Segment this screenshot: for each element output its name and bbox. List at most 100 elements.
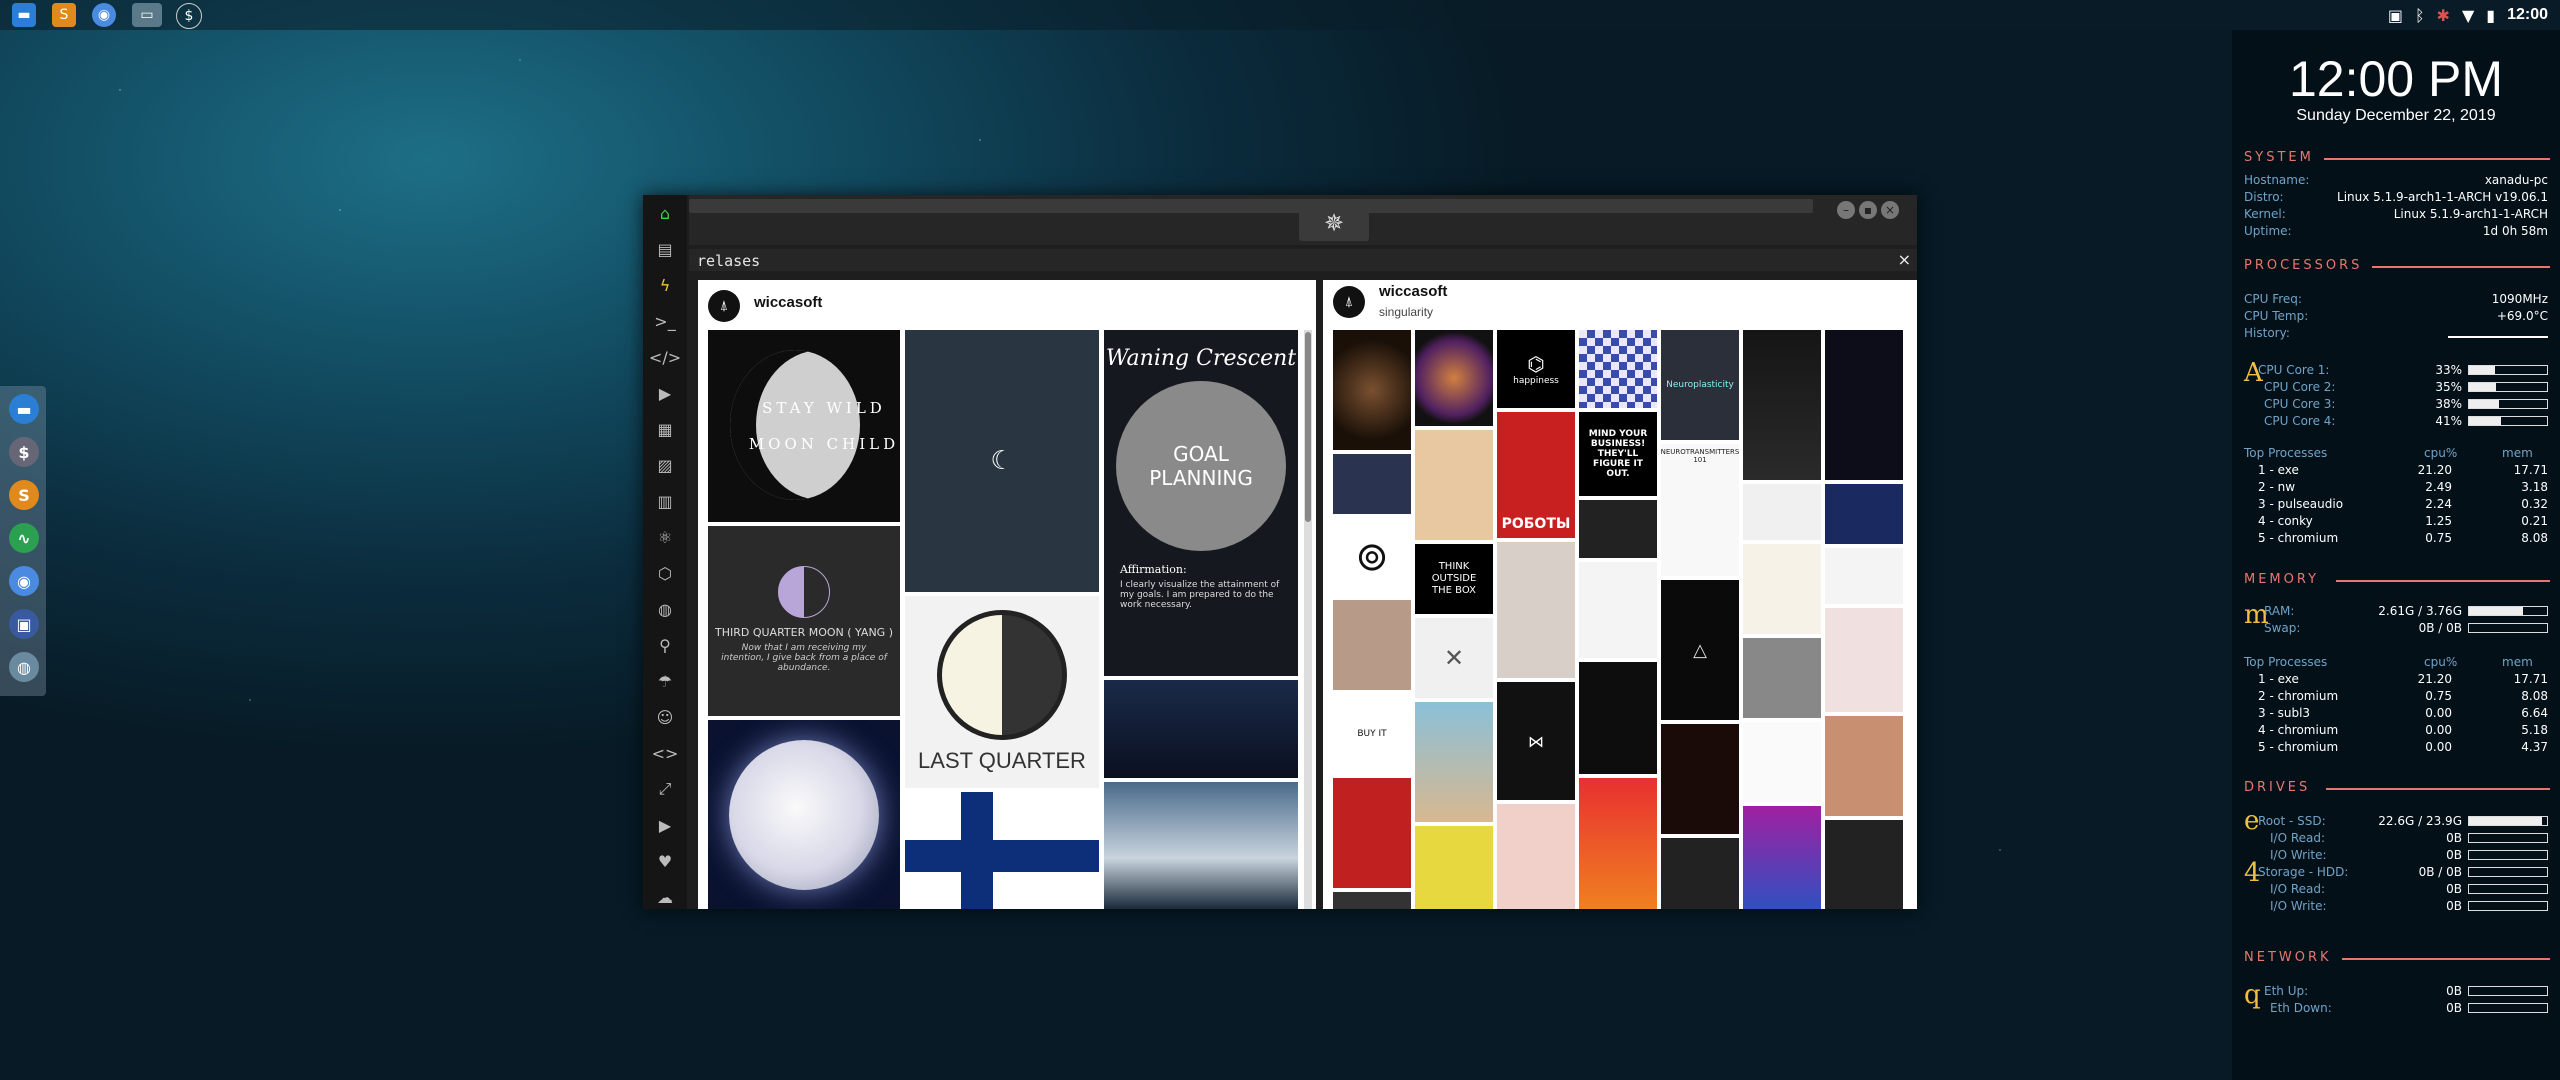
pin-planets[interactable]: [1579, 500, 1657, 558]
pin-chess[interactable]: [1579, 330, 1657, 408]
files-icon[interactable]: ▬: [9, 394, 39, 424]
pin-buy-it[interactable]: BUY IT: [1333, 694, 1411, 774]
pin-typography[interactable]: [1579, 562, 1657, 658]
pin-full-moon[interactable]: [708, 720, 900, 909]
pin-city-skyline[interactable]: [1743, 330, 1821, 480]
battery-icon[interactable]: ▮: [2486, 6, 2495, 25]
finance-icon[interactable]: $: [9, 437, 39, 467]
youtube-icon[interactable]: ▶: [653, 813, 677, 837]
monitor-icon[interactable]: ∿: [9, 523, 39, 553]
terminal-icon[interactable]: >_: [653, 309, 677, 333]
pin-neuroplasticity[interactable]: Neuroplasticity: [1661, 330, 1739, 440]
board-username[interactable]: wiccasoft: [754, 294, 822, 311]
pin-dark-figure[interactable]: [1579, 662, 1657, 774]
pin-statue[interactable]: [1743, 638, 1821, 718]
lightning-icon[interactable]: ϟ: [653, 273, 677, 297]
pin-lips[interactable]: [1497, 804, 1575, 909]
pin-yellow-poster[interactable]: [1415, 826, 1493, 909]
image-icon[interactable]: ▣: [2388, 6, 2403, 25]
pin-orange-poster[interactable]: [1579, 778, 1657, 909]
code-icon[interactable]: </>: [649, 345, 681, 369]
pin-mind-business[interactable]: MIND YOUR BUSINESS! THEY'LL FIGURE IT OU…: [1579, 412, 1657, 496]
pin-cube[interactable]: [1743, 484, 1821, 540]
contact-icon[interactable]: ☺: [653, 705, 677, 729]
umbrella-icon[interactable]: ☂: [653, 669, 677, 693]
scrollbar[interactable]: [1304, 330, 1312, 909]
pin-last-quarter[interactable]: LAST QUARTER: [905, 596, 1099, 788]
expand-icon[interactable]: ⤢: [653, 777, 677, 801]
gallery-icon[interactable]: ▦: [653, 417, 677, 441]
panel-close-button[interactable]: ×: [1898, 250, 1911, 269]
minimize-icon[interactable]: –: [1837, 201, 1855, 219]
document-icon[interactable]: ▤: [653, 237, 677, 261]
pin-roboty[interactable]: РОБОТЫ: [1497, 412, 1575, 538]
pin-equation[interactable]: [1825, 484, 1903, 544]
globe-icon[interactable]: ◍: [653, 597, 677, 621]
scrollbar-thumb[interactable]: [1305, 332, 1311, 522]
pin-tetris[interactable]: [1825, 330, 1903, 480]
play-icon[interactable]: ▶: [653, 381, 677, 405]
pin-symbols-sheet[interactable]: [1743, 722, 1821, 802]
pin-waning-crescent[interactable]: Waning Crescent GOAL PLANNING Affirmatio…: [1104, 330, 1298, 676]
rebel-alliance-icon[interactable]: ✵: [1299, 205, 1369, 241]
bug-icon[interactable]: ✱: [2437, 6, 2450, 25]
wifi-icon[interactable]: ▼: [2462, 6, 2474, 25]
pin-neon-women[interactable]: [1743, 806, 1821, 909]
pin-dark-ad[interactable]: [1333, 892, 1411, 909]
pin-fashion[interactable]: [1825, 608, 1903, 712]
address-bar[interactable]: [689, 199, 1813, 213]
screen-icon[interactable]: ▣: [9, 609, 39, 639]
brackets-icon[interactable]: <>: [652, 741, 679, 765]
sublime-icon[interactable]: S: [52, 3, 76, 27]
pin-night-tree[interactable]: [1104, 680, 1298, 778]
pin-textile[interactable]: [1333, 600, 1411, 690]
home-icon[interactable]: ⌂: [653, 201, 677, 225]
pin-sketch[interactable]: [1825, 548, 1903, 604]
avatar[interactable]: ⍋: [708, 290, 740, 322]
news-icon[interactable]: ▥: [653, 489, 677, 513]
pin-white-x[interactable]: ✕: [1415, 618, 1493, 698]
pin-neon-skull[interactable]: [1661, 724, 1739, 834]
pin-dark-poster[interactable]: [1333, 454, 1411, 514]
board-username[interactable]: wiccasoft: [1379, 283, 1447, 300]
pin-spiral[interactable]: [1333, 330, 1411, 450]
pin-finland-flag[interactable]: [905, 792, 1099, 909]
pin-red-hand[interactable]: [1333, 778, 1411, 888]
pin-think-box[interactable]: THINK OUTSIDE THE BOX: [1415, 544, 1493, 614]
pin-cloud-landscape[interactable]: [1104, 782, 1298, 909]
pin-neurotransmitters[interactable]: NEUROTRANSMITTERS 101: [1661, 444, 1739, 576]
panel-clock[interactable]: 12:00: [2507, 6, 2548, 24]
pin-beach[interactable]: [1415, 702, 1493, 822]
close-icon[interactable]: ×: [1881, 201, 1899, 219]
avatar[interactable]: ⍋: [1333, 286, 1365, 318]
hexagon-icon[interactable]: ⬡: [653, 561, 677, 585]
pin-triangle[interactable]: △: [1661, 580, 1739, 720]
files-icon[interactable]: ▬: [12, 3, 36, 27]
pin-dark-bottom[interactable]: [1661, 838, 1739, 909]
bluetooth-icon[interactable]: ᛒ: [2415, 6, 2425, 25]
pin-constellation[interactable]: ☾: [905, 330, 1099, 592]
pin-paper-note[interactable]: [1743, 544, 1821, 634]
app-icon[interactable]: $: [176, 3, 202, 29]
pin-circles[interactable]: ⊚: [1333, 518, 1411, 596]
chromium-icon[interactable]: ◉: [92, 3, 116, 27]
pin-happiness[interactable]: ⌬ happiness: [1497, 330, 1575, 408]
pin-colorful-sphere[interactable]: [1415, 330, 1493, 426]
maximize-icon[interactable]: ▪: [1859, 201, 1877, 219]
pin-portrait[interactable]: [1825, 716, 1903, 816]
chrome-icon[interactable]: ◉: [9, 566, 39, 596]
pin-businesswoman[interactable]: [1497, 542, 1575, 678]
pin-third-quarter[interactable]: THIRD QUARTER MOON ( YANG ) Now that I a…: [708, 526, 900, 716]
heart-icon[interactable]: ♥: [653, 849, 677, 873]
pin-dark-page[interactable]: [1825, 820, 1903, 909]
cloud-icon[interactable]: ☁: [653, 885, 677, 909]
globe-icon[interactable]: ◍: [9, 652, 39, 682]
sublime-icon[interactable]: S: [9, 480, 39, 510]
pin-stay-wild[interactable]: STAY WILD MOON CHILD: [708, 330, 900, 522]
pin-dark-symbol[interactable]: ⋈: [1497, 682, 1575, 800]
search-icon[interactable]: ⚲: [653, 633, 677, 657]
react-icon[interactable]: ⚛: [653, 525, 677, 549]
pin-woman-portrait[interactable]: [1415, 430, 1493, 540]
desktop-icon[interactable]: ▭: [132, 3, 162, 27]
image-icon[interactable]: ▨: [653, 453, 677, 477]
